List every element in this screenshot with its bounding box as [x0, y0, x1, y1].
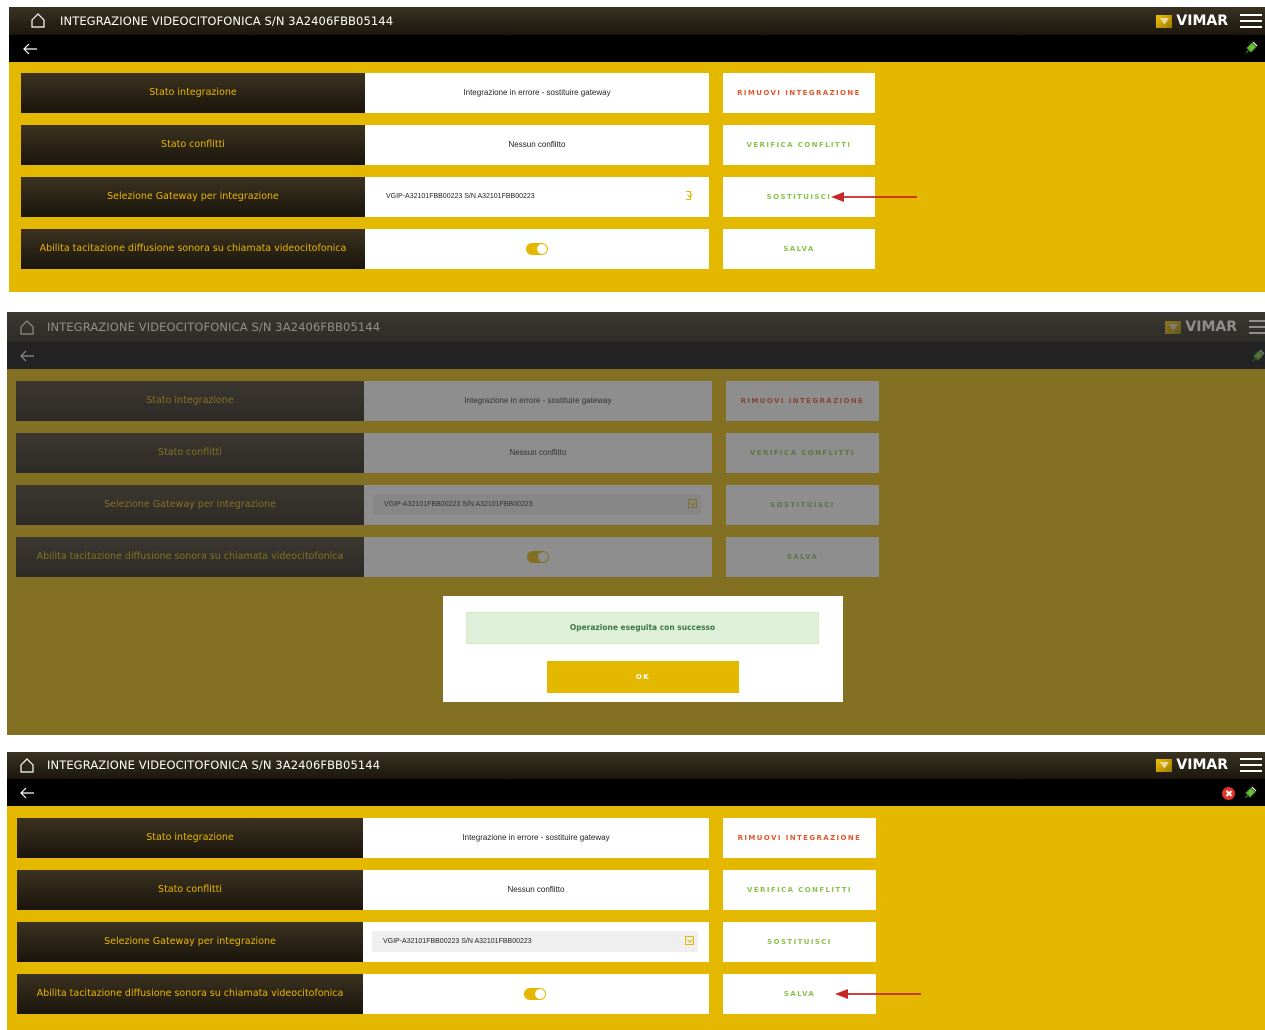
gateway-select-value: VGIP-A32101FBB00223 S/N A32101FBB00223 [386, 193, 535, 200]
label-gateway: Selezione Gateway per integrazione [21, 177, 365, 217]
top-bar: INTEGRAZIONE VIDEOCITOFONICA S/N 3A2406F… [7, 752, 1265, 779]
value-stato-integrazione: Integrazione in errore - sostituire gate… [365, 73, 709, 113]
annotation-arrow-icon [835, 989, 921, 999]
vimar-logo-text: VIMAR [1176, 13, 1228, 29]
screen-3: INTEGRAZIONE VIDEOCITOFONICA S/N 3A2406F… [7, 752, 1265, 1030]
value-stato-conflitti: Nessun conflitto [363, 870, 709, 910]
value-stato-conflitti: Nessun conflitto [365, 125, 709, 165]
gateway-select[interactable]: VGIP-A32101FBB00223 S/N A32101FBB00223 [375, 186, 695, 207]
home-icon[interactable] [20, 758, 34, 773]
row-stato-conflitti: Stato conflitti Nessun conflitto VERIFIC… [17, 870, 887, 910]
row-stato-conflitti: Stato conflitti Nessun conflitto VERIFIC… [21, 125, 876, 165]
back-arrow-icon[interactable] [22, 42, 38, 56]
annotation-arrow-icon [831, 192, 917, 202]
gateway-cell: VGIP-A32101FBB00223 S/N A32101FBB00223 [363, 922, 709, 962]
page-title: INTEGRAZIONE VIDEOCITOFONICA S/N 3A2406F… [47, 758, 381, 772]
error-icon[interactable] [1222, 787, 1235, 800]
label-stato-conflitti: Stato conflitti [21, 125, 365, 165]
rimuovi-integrazione-button[interactable]: RIMUOVI INTEGRAZIONE [723, 818, 876, 858]
page-title: INTEGRAZIONE VIDEOCITOFONICA S/N 3A2406F… [60, 14, 394, 28]
row-gateway: Selezione Gateway per integrazione VGIP-… [17, 922, 887, 962]
toggle-cell [365, 229, 709, 269]
plug-icon [1244, 786, 1257, 799]
success-dialog: Operazione eseguita con successo OK [443, 596, 843, 702]
vimar-logo-text: VIMAR [1176, 757, 1228, 773]
salva-button[interactable]: SALVA [723, 229, 875, 269]
rimuovi-integrazione-button[interactable]: RIMUOVI INTEGRAZIONE [723, 73, 875, 113]
chevron-down-icon [685, 936, 694, 945]
label-stato-integrazione: Stato integrazione [21, 73, 365, 113]
verifica-conflitti-button[interactable]: VERIFICA CONFLITTI [723, 870, 876, 910]
back-arrow-icon[interactable] [19, 786, 35, 800]
screen-1: INTEGRAZIONE VIDEOCITOFONICA S/N 3A2406F… [9, 7, 1265, 292]
ok-button[interactable]: OK [547, 661, 739, 693]
toggle-cell [363, 974, 709, 1014]
row-tacitazione: Abilita tacitazione diffusione sonora su… [17, 974, 927, 1014]
row-stato-integrazione: Stato integrazione Integrazione in error… [21, 73, 876, 113]
success-message: Operazione eseguita con successo [466, 612, 819, 644]
label-tacitazione: Abilita tacitazione diffusione sonora su… [17, 974, 363, 1014]
content-area: Stato integrazione Integrazione in error… [7, 806, 1265, 1030]
content-area: Stato integrazione Integrazione in error… [9, 62, 1265, 292]
label-tacitazione: Abilita tacitazione diffusione sonora su… [21, 229, 365, 269]
menu-icon[interactable] [1240, 757, 1262, 773]
chevron-down-icon [686, 191, 691, 200]
vimar-logo: VIMAR [1156, 757, 1228, 773]
label-stato-conflitti: Stato conflitti [17, 870, 363, 910]
gateway-cell: VGIP-A32101FBB00223 S/N A32101FBB00223 [365, 177, 709, 217]
plug-icon [1245, 41, 1258, 54]
home-icon[interactable] [31, 13, 45, 28]
top-bar: INTEGRAZIONE VIDEOCITOFONICA S/N 3A2406F… [9, 7, 1265, 35]
label-stato-integrazione: Stato integrazione [17, 818, 363, 858]
gateway-select[interactable]: VGIP-A32101FBB00223 S/N A32101FBB00223 [372, 931, 698, 952]
tacitazione-toggle[interactable] [526, 243, 548, 255]
value-stato-integrazione: Integrazione in errore - sostituire gate… [363, 818, 709, 858]
row-gateway: Selezione Gateway per integrazione VGIP-… [21, 177, 917, 217]
vimar-logo-icon [1156, 14, 1173, 28]
gateway-select-value: VGIP-A32101FBB00223 S/N A32101FBB00223 [383, 938, 532, 945]
screen-2: INTEGRAZIONE VIDEOCITOFONICA S/N 3A2406F… [7, 312, 1265, 735]
menu-icon[interactable] [1240, 13, 1262, 29]
sub-bar [9, 35, 1265, 62]
vimar-logo: VIMAR [1156, 13, 1228, 29]
tacitazione-toggle[interactable] [524, 988, 546, 1000]
vimar-logo-icon [1156, 758, 1173, 772]
label-gateway: Selezione Gateway per integrazione [17, 922, 363, 962]
row-tacitazione: Abilita tacitazione diffusione sonora su… [21, 229, 876, 269]
sub-bar [7, 779, 1265, 806]
verifica-conflitti-button[interactable]: VERIFICA CONFLITTI [723, 125, 875, 165]
row-stato-integrazione: Stato integrazione Integrazione in error… [17, 818, 887, 858]
sostituisci-button[interactable]: SOSTITUISCI [723, 922, 876, 962]
